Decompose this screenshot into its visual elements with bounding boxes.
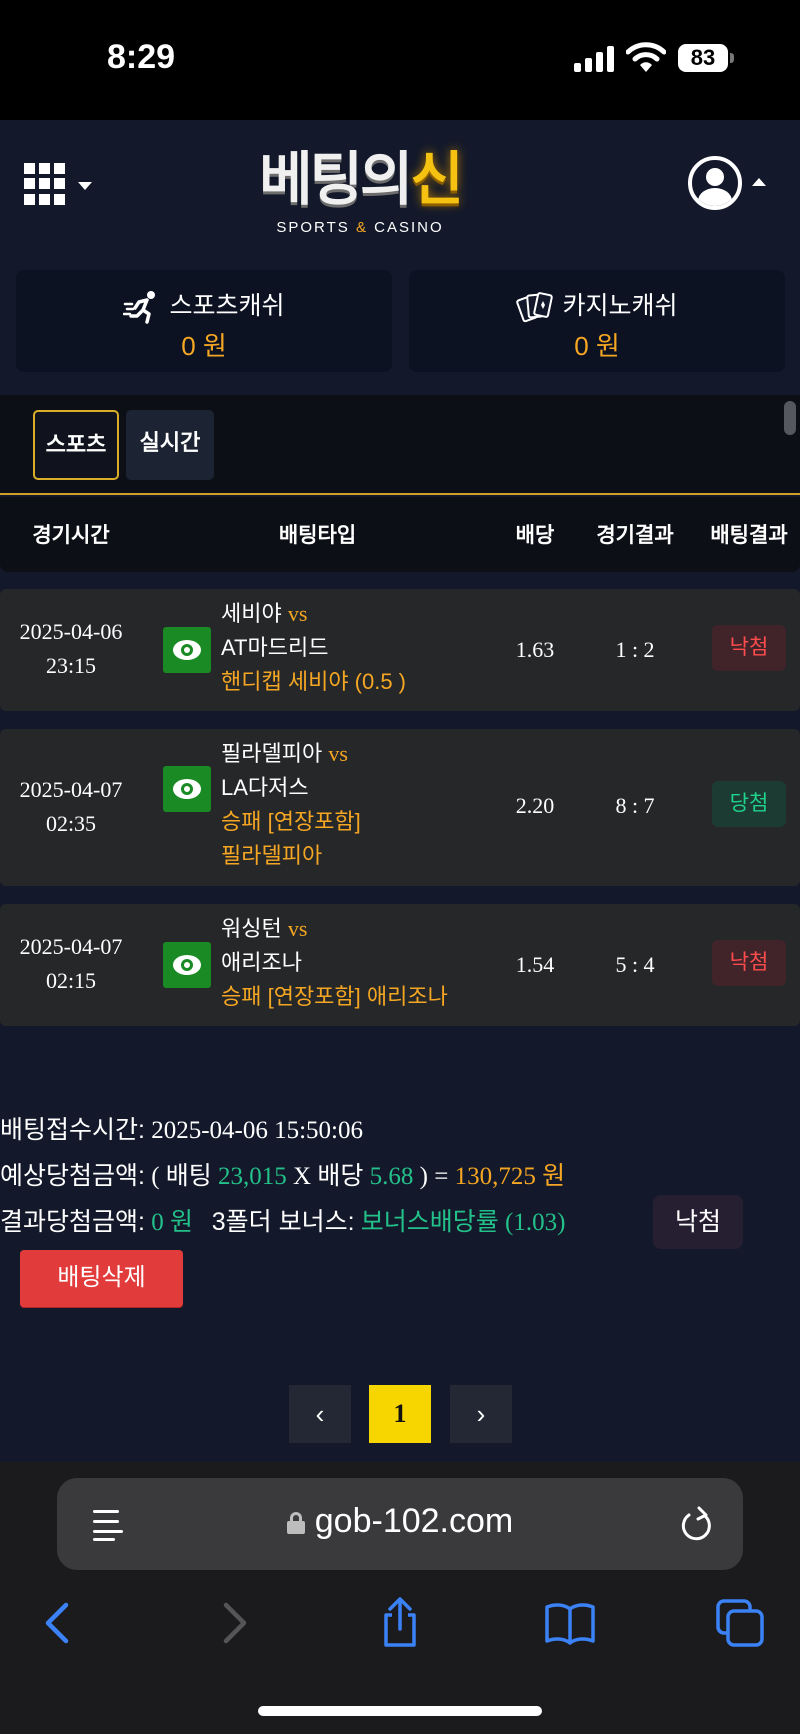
- bet-odds: 2.20: [515, 793, 555, 818]
- sports-cash-value: 0 원: [181, 331, 227, 361]
- chevron-up-icon: [752, 178, 766, 186]
- casino-cash-label: 카지노캐쉬: [409, 286, 785, 324]
- menu-button[interactable]: [24, 160, 94, 220]
- game-score: 1 : 2: [615, 637, 655, 662]
- game-score: 8 : 7: [615, 793, 655, 818]
- match-datetime: 2025-04-06 23:15: [19, 619, 123, 678]
- address-bar[interactable]: gob-102.com: [57, 1478, 743, 1570]
- sports-cash-box[interactable]: 스포츠캐쉬 0 원: [16, 270, 392, 372]
- signal-icon: [574, 44, 616, 72]
- share-icon[interactable]: [372, 1595, 428, 1651]
- match-info: 워싱턴 vs 애리조나 승패 [연장포함] 애리조나: [221, 916, 448, 1009]
- table-row: 2025-04-07 02:35 필라델피아 vs LA다저스 승패 [연장포함]…: [0, 729, 800, 886]
- site-logo[interactable]: 베팅의신 SPORTS & CASINO: [220, 145, 500, 245]
- column-header-game-result: 경기결과: [596, 524, 674, 547]
- tab-live[interactable]: 실시간: [126, 410, 214, 480]
- category-tabs: 스포츠 실시간: [0, 395, 800, 495]
- casino-cash-box[interactable]: 카지노캐쉬 0 원: [409, 270, 785, 372]
- table-row: 2025-04-07 02:15 워싱턴 vs 애리조나 승패 [연장포함] 애리…: [0, 904, 800, 1026]
- prev-page-button[interactable]: ‹: [289, 1385, 351, 1443]
- receipt-time-line: 배팅접수시간: 2025-04-06 15:50:06: [0, 1116, 363, 1144]
- result-win-line: 결과당첨금액: 0 원 3폴더 보너스: 보너스배당률 (1.03): [0, 1208, 566, 1236]
- bet-odds: 1.63: [515, 637, 555, 662]
- page-number-current[interactable]: 1: [369, 1385, 431, 1443]
- match-info: 필라델피아 vs LA다저스 승패 [연장포함] 필라델피아: [221, 741, 361, 868]
- status-time: 8:29: [107, 38, 176, 76]
- site-header: 베팅의신 SPORTS & CASINO 스포츠캐쉬 0 원 카지노캐쉬 0 원: [0, 120, 800, 395]
- battery-indicator: 83: [678, 44, 734, 72]
- bookmarks-icon[interactable]: [542, 1595, 598, 1651]
- user-avatar-icon: [688, 156, 742, 210]
- grid-menu-icon: [24, 163, 66, 205]
- eye-icon[interactable]: [163, 942, 211, 988]
- logo-subtitle: SPORTS & CASINO: [276, 219, 444, 236]
- bet-table-header: 경기시간 배팅타입 배당 경기결과 배팅결과: [0, 497, 800, 572]
- match-datetime: 2025-04-07 02:35: [19, 777, 123, 836]
- playing-cards-icon: [516, 292, 554, 323]
- bet-result-badge: 낙첨: [712, 940, 786, 986]
- match-datetime: 2025-04-07 02:15: [19, 934, 123, 993]
- wifi-icon: [626, 42, 666, 72]
- next-page-button[interactable]: ›: [450, 1385, 512, 1443]
- table-row: 2025-04-06 23:15 세비야 vs AT마드리드 핸디캡 세비야 (0…: [0, 589, 800, 711]
- reload-icon[interactable]: [679, 1504, 715, 1544]
- scrollbar-thumb[interactable]: [784, 401, 796, 435]
- bet-result-badge: 낙첨: [712, 625, 786, 671]
- running-icon: [123, 291, 156, 325]
- column-header-bet-type: 배팅타입: [278, 524, 357, 547]
- tabs-icon[interactable]: [712, 1595, 768, 1651]
- status-bar: 8:29 83: [0, 0, 800, 120]
- eye-icon[interactable]: [163, 627, 211, 673]
- eye-icon[interactable]: [163, 766, 211, 812]
- forward-icon[interactable]: [204, 1595, 260, 1651]
- column-header-time: 경기시간: [32, 524, 110, 547]
- url-text: gob-102.com: [57, 1502, 743, 1541]
- column-header-bet-result: 배팅결과: [710, 524, 788, 547]
- tab-sports[interactable]: 스포츠: [33, 410, 119, 480]
- match-info: 세비야 vs AT마드리드 핸디캡 세비야 (0.5 ): [221, 601, 407, 694]
- delete-bet-button[interactable]: 배팅삭제: [20, 1250, 183, 1307]
- column-header-odds: 배당: [515, 524, 555, 547]
- logo-wordmark: 베팅의신: [259, 147, 463, 212]
- casino-cash-value: 0 원: [574, 331, 620, 361]
- final-result-badge: 낙첨: [653, 1195, 743, 1249]
- lock-icon: [286, 1512, 305, 1535]
- home-indicator: [258, 1706, 542, 1716]
- game-score: 5 : 4: [615, 952, 655, 977]
- sports-cash-label: 스포츠캐쉬: [16, 286, 392, 325]
- expected-win-line: 예상당첨금액: ( 배팅 23,015 X 배당 5.68 ) = 130,72…: [0, 1162, 566, 1190]
- bet-odds: 1.54: [515, 952, 555, 977]
- bet-result-badge: 당첨: [712, 781, 786, 827]
- user-menu-button[interactable]: [688, 156, 778, 216]
- browser-toolbar: gob-102.com: [0, 1462, 800, 1734]
- back-icon[interactable]: [32, 1595, 88, 1651]
- chevron-down-icon: [78, 182, 92, 190]
